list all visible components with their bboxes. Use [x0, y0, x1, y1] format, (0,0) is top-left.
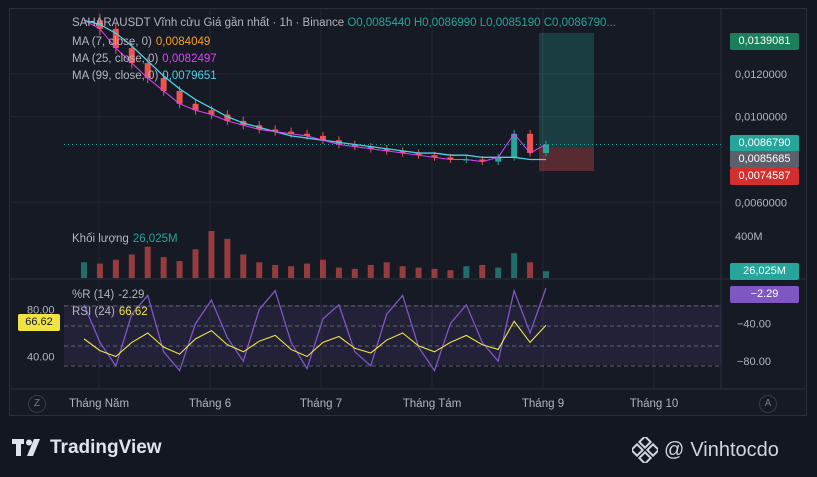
williams-r-tag: −2.29 — [730, 286, 799, 303]
y-tick-label: 0,0120000 — [735, 69, 787, 81]
rsi-tag: 66.62 — [18, 314, 60, 331]
volume-bar — [208, 231, 215, 278]
volume-bar — [335, 267, 342, 278]
volume-bar — [112, 259, 119, 278]
y-tick-label: 0,0060000 — [735, 197, 787, 209]
volume-bar — [256, 262, 263, 278]
ma99-legend[interactable]: MA (99, close, 0) 0,0079651 — [72, 70, 217, 82]
x-tick-label: Tháng 7 — [300, 398, 342, 410]
volume-bar — [399, 266, 406, 278]
last-price-tag: 0,0086790 — [730, 135, 799, 152]
y-tick-label: 0,0100000 — [735, 112, 787, 124]
williams-axis-label: −80.00 — [737, 356, 771, 368]
volume-bar — [527, 262, 534, 278]
volume-bar — [288, 266, 295, 278]
volume-bar — [128, 254, 135, 278]
williams-r-legend[interactable]: %R (14) -2.29 — [72, 289, 144, 301]
rsi-axis-label: 40.00 — [27, 352, 55, 364]
volume-bar — [160, 257, 167, 278]
symbol-header: SAHARAUSDT Vĩnh cửu Giá gần nhất · 1h · … — [72, 17, 616, 29]
volume-bar — [367, 264, 374, 278]
volume-bar — [447, 270, 454, 278]
low-value: L0,0085190 — [479, 17, 541, 29]
volume-bar — [224, 238, 231, 278]
symbol-title: SAHARAUSDT Vĩnh cửu Giá gần nhất · 1h · … — [72, 17, 345, 29]
rsi-legend[interactable]: RSI (24) 66.62 — [72, 306, 148, 318]
volume-bar — [351, 268, 358, 278]
volume-legend[interactable]: Khối lượng 26,025M — [72, 233, 178, 245]
tradingview-icon — [12, 439, 40, 456]
x-tick-label: Tháng 6 — [189, 398, 231, 410]
ma7-legend[interactable]: MA (7, close, 0) 0,0084049 — [72, 36, 210, 48]
x-tick-label: Tháng 9 — [522, 398, 564, 410]
x-tick-label: Tháng Tám — [403, 398, 462, 410]
binance-icon — [632, 437, 658, 463]
stop-price-tag: 0,0074587 — [730, 168, 799, 185]
zoom-button[interactable]: Z — [28, 395, 46, 413]
volume-bar — [415, 267, 422, 278]
volume-bar — [543, 271, 549, 278]
volume-bar — [495, 267, 502, 278]
volume-bar — [96, 263, 103, 278]
williams-axis-label: −40.00 — [737, 319, 771, 331]
open-value: O0,0085440 — [347, 17, 411, 29]
volume-bar — [431, 268, 438, 278]
volume-bar — [479, 264, 486, 278]
x-tick-label: Tháng 10 — [630, 398, 679, 410]
author-watermark: @ Vinhtocdo — [632, 436, 779, 464]
volume-bar — [319, 259, 326, 278]
ma25-legend[interactable]: MA (25, close, 0) 0,0082497 — [72, 53, 217, 65]
tradingview-logo: TradingView — [12, 436, 162, 460]
volume-bar — [176, 261, 183, 278]
volume-bar — [192, 249, 199, 278]
volume-tag: 26,025M — [730, 263, 799, 280]
volume-bar — [81, 262, 87, 278]
osc-band — [64, 305, 721, 365]
volume-bar — [272, 264, 279, 278]
volume-bar — [463, 266, 470, 278]
target-price-tag: 0,0139081 — [730, 33, 799, 50]
volume-bar — [383, 262, 390, 278]
volume-axis-label: 400M — [735, 231, 763, 243]
volume-bar — [144, 246, 151, 278]
volume-bar — [304, 263, 311, 278]
entry-price-tag: 0,0085685 — [730, 151, 799, 168]
high-value: H0,0086990 — [413, 17, 477, 29]
take-profit-zone — [539, 32, 594, 148]
x-tick-label: Tháng Năm — [69, 398, 129, 410]
auto-scale-button[interactable]: A — [759, 395, 777, 413]
volume-bar — [240, 254, 247, 278]
volume-bar — [511, 253, 518, 278]
close-value: C0,0086790... — [543, 17, 616, 29]
